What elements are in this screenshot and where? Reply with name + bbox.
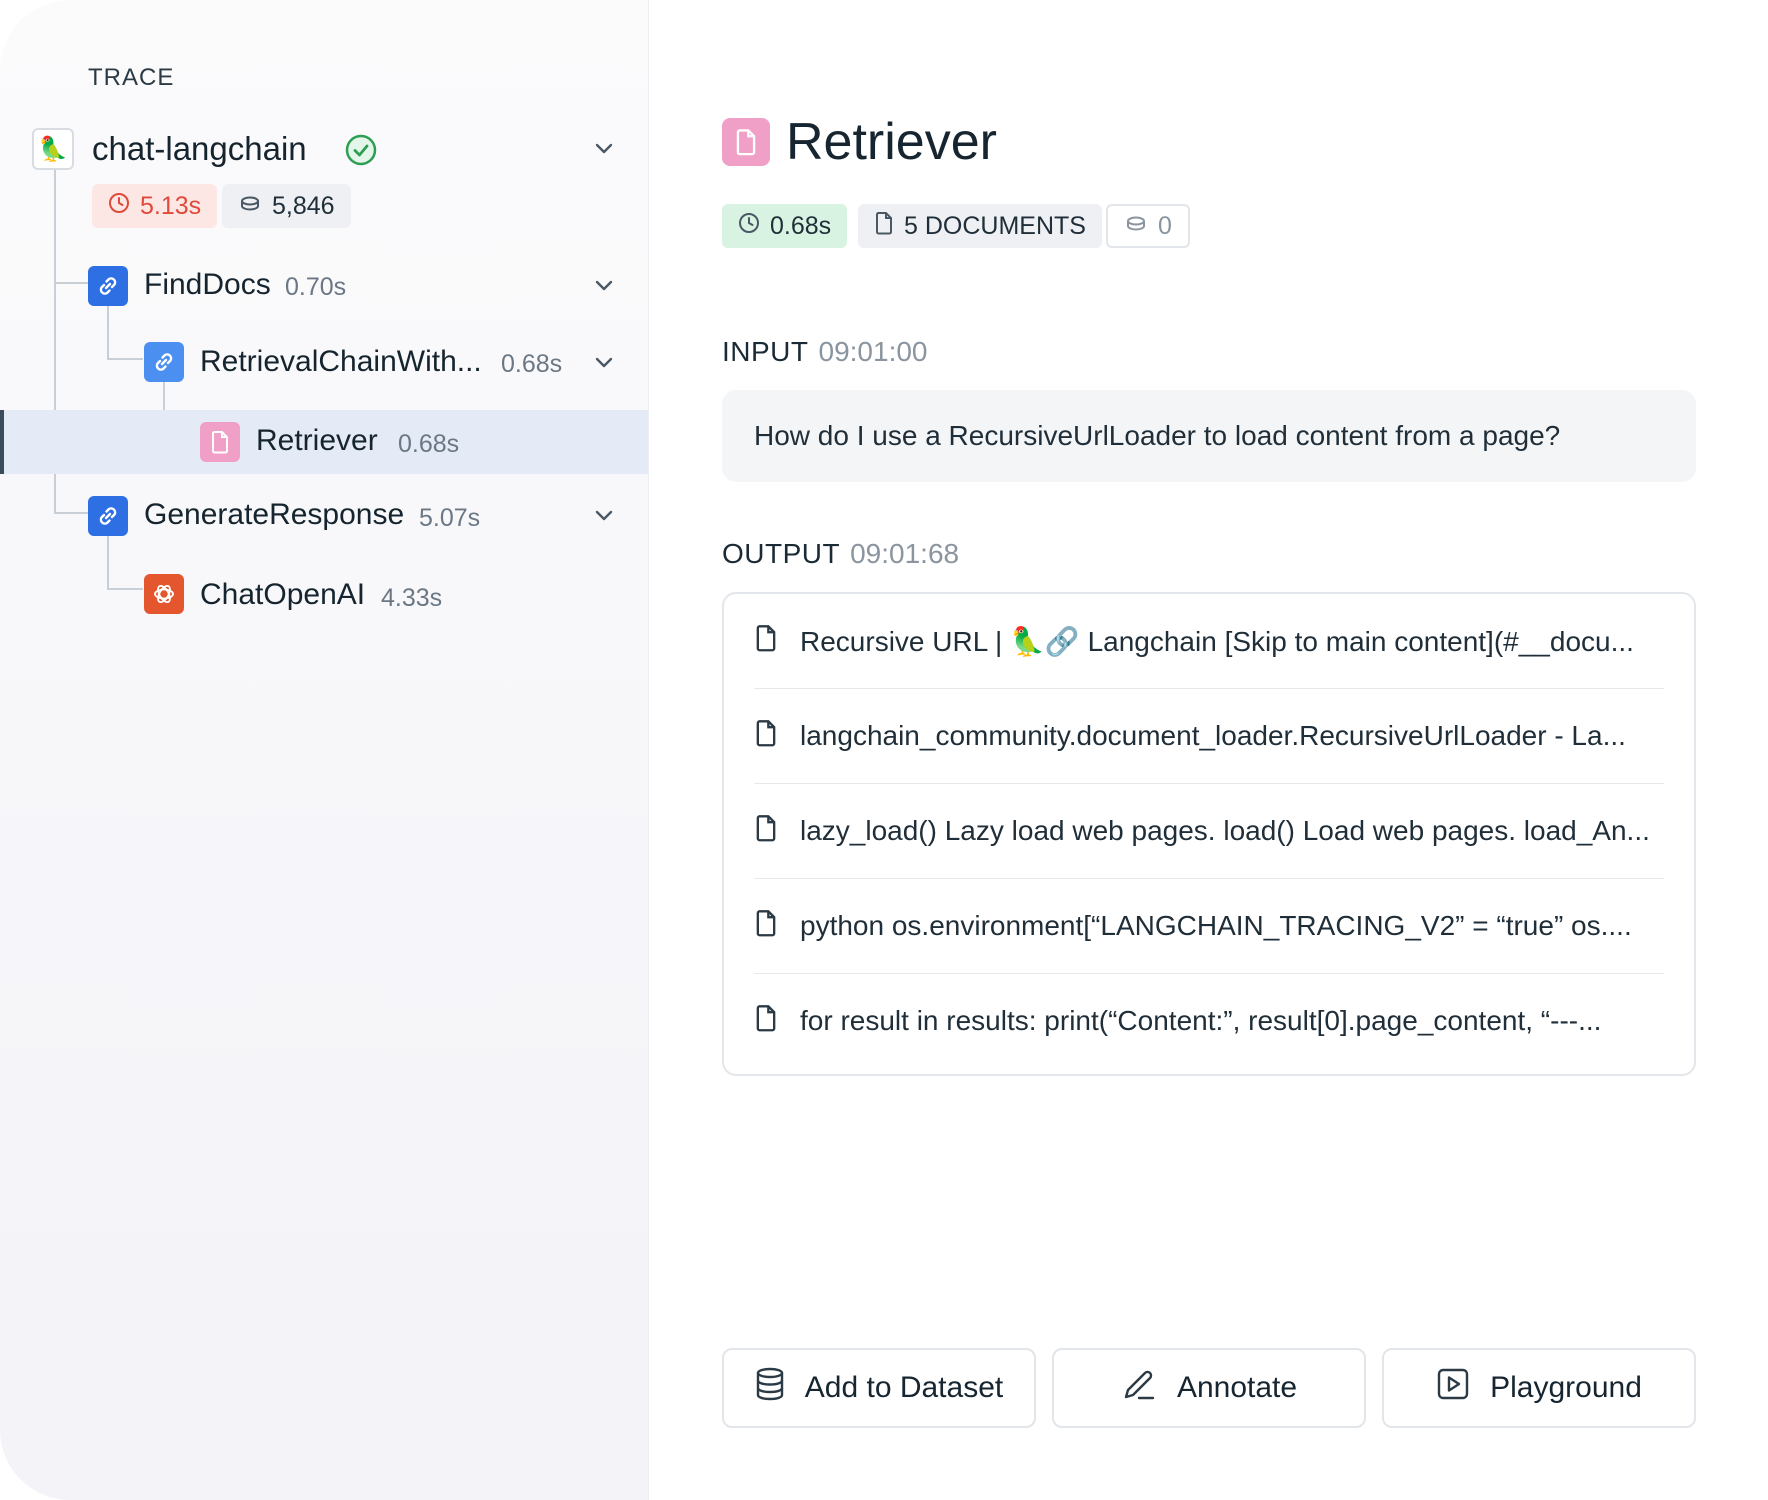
- tokens-icon: [1124, 212, 1148, 241]
- list-item[interactable]: langchain_community.document_loader.Recu…: [754, 689, 1664, 784]
- document-text: langchain_community.document_loader.Recu…: [800, 720, 1626, 751]
- document-icon: [874, 211, 894, 242]
- annotate-button[interactable]: Annotate: [1052, 1348, 1366, 1428]
- run-title-retriever[interactable]: Retriever: [256, 424, 378, 458]
- add-to-dataset-button[interactable]: Add to Dataset: [722, 1348, 1036, 1428]
- token-count-badge: 0: [1106, 204, 1190, 248]
- tree-connector: [107, 358, 143, 360]
- run-time-retrievalchain: 0.68s: [501, 350, 563, 378]
- documents-count: 5 DOCUMENTS: [904, 211, 1086, 240]
- parrot-icon: 🦜: [32, 128, 74, 170]
- chain-link-icon: [88, 496, 128, 536]
- chevron-down-icon[interactable]: [592, 136, 616, 160]
- output-section-label: OUTPUT 09:01:68: [722, 538, 959, 570]
- list-item[interactable]: Recursive URL | 🦜🔗 Langchain [Skip to ma…: [754, 594, 1664, 689]
- latency-value: 5.13s: [140, 191, 202, 220]
- run-title-retrievalchain[interactable]: RetrievalChainWith...: [200, 345, 482, 379]
- run-time-generateresponse: 5.07s: [419, 504, 481, 532]
- database-icon: [755, 1367, 785, 1409]
- playground-button[interactable]: Playground: [1382, 1348, 1696, 1428]
- document-icon: [754, 719, 778, 754]
- input-section-label: INPUT 09:01:00: [722, 336, 928, 368]
- add-to-dataset-label: Add to Dataset: [804, 1371, 1004, 1404]
- pen-icon: [1121, 1366, 1157, 1410]
- documents-badge: 5 DOCUMENTS: [858, 204, 1102, 248]
- document-icon: [754, 624, 778, 659]
- clock-icon: [108, 192, 130, 221]
- tokens-icon: [238, 192, 262, 221]
- chevron-down-icon[interactable]: [592, 350, 616, 374]
- tree-connector: [107, 302, 109, 358]
- tree-connector: [107, 588, 143, 590]
- input-content: How do I use a RecursiveUrlLoader to loa…: [722, 390, 1696, 482]
- document-icon: [722, 118, 770, 166]
- document-icon: [200, 422, 240, 462]
- run-time-chatopenai: 4.33s: [381, 584, 443, 612]
- input-label: INPUT: [722, 336, 809, 367]
- app-window: TRACE 🦜 chat-langchain 5.13s 5,846 FindD…: [0, 0, 1768, 1500]
- tree-connector: [54, 512, 88, 514]
- run-title-generateresponse[interactable]: GenerateResponse: [144, 498, 404, 532]
- latency-badge: 0.68s: [722, 204, 848, 248]
- document-icon: [754, 1004, 778, 1039]
- openai-icon: [144, 574, 184, 614]
- list-item[interactable]: for result in results: print(“Content:”,…: [754, 974, 1664, 1068]
- input-time: 09:01:00: [818, 336, 928, 367]
- list-item[interactable]: lazy_load() Lazy load web pages. load() …: [754, 784, 1664, 879]
- clock-icon: [738, 212, 760, 241]
- run-title-finddocs[interactable]: FindDocs: [144, 268, 271, 302]
- document-text: Recursive URL | 🦜🔗 Langchain [Skip to ma…: [800, 625, 1634, 657]
- run-title-chatopenai[interactable]: ChatOpenAI: [200, 578, 365, 612]
- tree-connector: [54, 282, 88, 284]
- document-text: python os.environment[“LANGCHAIN_TRACING…: [800, 910, 1632, 941]
- token-count-value: 0: [1158, 211, 1172, 240]
- token-count-badge: 5,846: [222, 184, 351, 228]
- list-item[interactable]: python os.environment[“LANGCHAIN_TRACING…: [754, 879, 1664, 974]
- chain-link-icon: [144, 342, 184, 382]
- input-text: How do I use a RecursiveUrlLoader to loa…: [754, 420, 1561, 451]
- playground-label: Playground: [1490, 1371, 1642, 1404]
- run-time-retriever: 0.68s: [398, 430, 460, 458]
- document-text: lazy_load() Lazy load web pages. load() …: [800, 815, 1650, 846]
- output-time: 09:01:68: [850, 538, 960, 569]
- trace-heading: TRACE: [88, 64, 175, 91]
- success-check-icon: [345, 134, 377, 166]
- chevron-down-icon[interactable]: [592, 503, 616, 527]
- page-title: Retriever: [786, 113, 997, 171]
- root-run-title[interactable]: chat-langchain: [92, 130, 307, 168]
- latency-badge: 5.13s: [92, 184, 218, 228]
- token-count-value: 5,846: [272, 191, 335, 220]
- latency-value: 0.68s: [770, 211, 832, 240]
- play-icon: [1436, 1367, 1470, 1409]
- chevron-down-icon[interactable]: [592, 273, 616, 297]
- document-text: for result in results: print(“Content:”,…: [800, 1005, 1602, 1036]
- chain-link-icon: [88, 266, 128, 306]
- document-icon: [754, 909, 778, 944]
- tree-connector: [107, 532, 109, 588]
- output-documents-list: Recursive URL | 🦜🔗 Langchain [Skip to ma…: [722, 592, 1696, 1076]
- trace-sidebar: TRACE 🦜 chat-langchain 5.13s 5,846 FindD…: [0, 0, 649, 1500]
- document-icon: [754, 814, 778, 849]
- annotate-label: Annotate: [1176, 1371, 1298, 1404]
- output-label: OUTPUT: [722, 538, 841, 569]
- run-time-finddocs: 0.70s: [285, 273, 347, 301]
